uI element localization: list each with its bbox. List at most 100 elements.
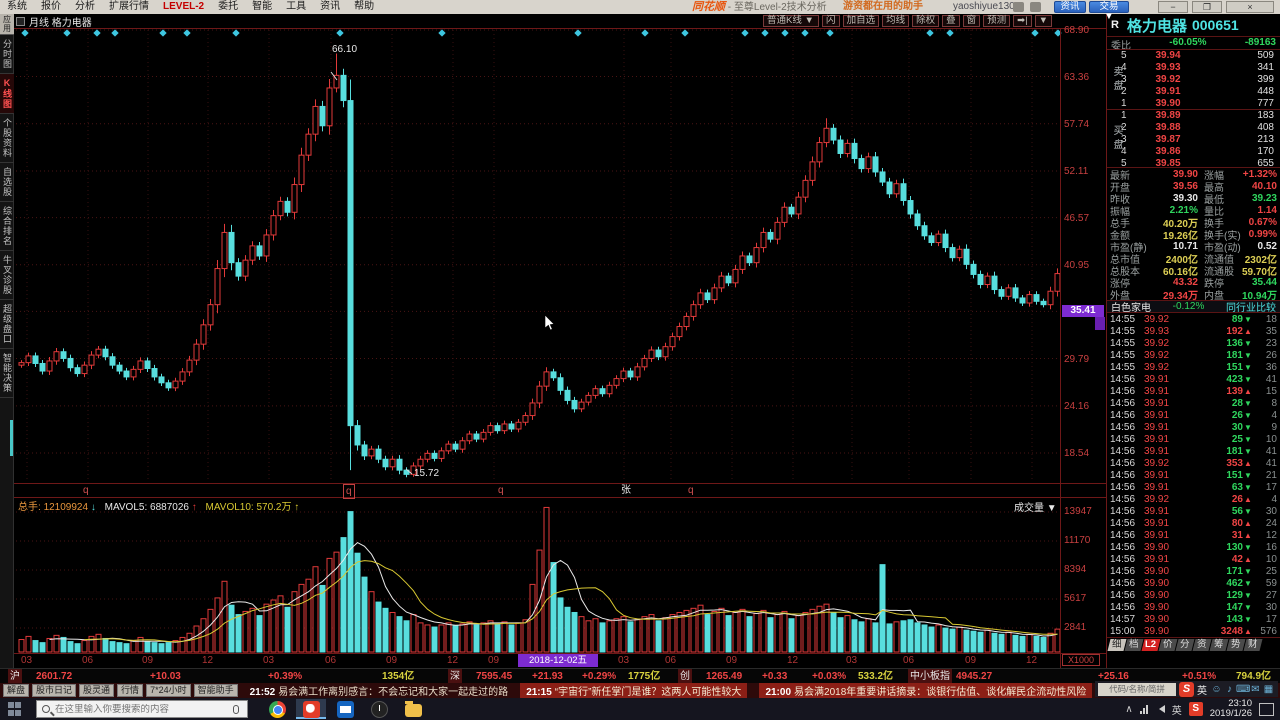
- toolbar-button-叠[interactable]: 叠: [942, 15, 960, 27]
- tray-lang-label[interactable]: 英: [1172, 702, 1182, 717]
- kline-volume-chart[interactable]: [14, 28, 1106, 668]
- tick-list[interactable]: 14:55 39.92 89 ▼ 18 14:55 39.93 192 ▲ 35 14:55 39.9…: [1107, 313, 1280, 637]
- tick-price: 39.91: [1144, 373, 1170, 385]
- index-创-pct: +0.03%: [812, 671, 847, 682]
- tick-time: 14:56: [1110, 421, 1136, 433]
- folder-app-icon[interactable]: [398, 699, 428, 719]
- event-marker[interactable]: q: [343, 484, 355, 499]
- menu-item-系统[interactable]: 系统: [0, 0, 34, 14]
- news-tab-智能助手[interactable]: 智能助手: [193, 684, 238, 697]
- ths-app-icon[interactable]: [296, 699, 326, 719]
- quote-tab-L2[interactable]: L2: [1141, 638, 1161, 651]
- code-input-hint[interactable]: 代码/名称/简拼: [1098, 682, 1176, 696]
- news-tab-股灵通[interactable]: 股灵通: [79, 684, 115, 697]
- news-button[interactable]: 资讯: [1054, 1, 1086, 13]
- taskbar-search-input[interactable]: [55, 703, 233, 715]
- mic-icon[interactable]: [233, 704, 239, 714]
- user-icon[interactable]: [1030, 2, 1041, 12]
- ime-lang-label[interactable]: 英: [1197, 682, 1207, 697]
- quote-tab-财[interactable]: 财: [1243, 638, 1263, 651]
- bell-icon[interactable]: [1013, 2, 1024, 12]
- menu-item-工具[interactable]: 工具: [279, 0, 313, 14]
- news-item[interactable]: 21:52 易会满工作离别感言：不会忘记和大家一起走过的路: [250, 683, 509, 698]
- notification-icon[interactable]: [1259, 702, 1274, 716]
- quote-tab-筹[interactable]: 筹: [1209, 638, 1229, 651]
- menu-item-资讯[interactable]: 资讯: [313, 0, 347, 14]
- quote-tab-细[interactable]: 细: [1107, 638, 1127, 651]
- sidebar-item-个股资料[interactable]: 个股资料: [0, 114, 14, 163]
- quote-tab-分[interactable]: 分: [1175, 638, 1195, 651]
- sidebar-item-牛叉诊股[interactable]: 牛叉诊股: [0, 251, 14, 300]
- toolbar-button-加自选[interactable]: 加自选: [842, 15, 880, 27]
- quote-tab-势[interactable]: 势: [1226, 638, 1246, 651]
- restore-button[interactable]: ❐: [1192, 1, 1222, 13]
- sector-compare-link[interactable]: 同行业比较: [1226, 299, 1276, 314]
- menu-item-扩展行情[interactable]: 扩展行情: [102, 0, 156, 14]
- index-沪-pct: +0.39%: [268, 671, 303, 682]
- pane-icon[interactable]: [16, 16, 25, 26]
- ime-tool-icon-1[interactable]: ♪: [1223, 684, 1236, 695]
- quote-tab-资[interactable]: 资: [1192, 638, 1212, 651]
- chrome-app-icon[interactable]: [262, 699, 292, 719]
- toolbar-button-▼[interactable]: ▼: [1034, 15, 1052, 27]
- network-icon[interactable]: [1139, 704, 1148, 714]
- kline-type-dropdown[interactable]: 普通K线 ▼: [763, 15, 820, 27]
- quote-tab-价[interactable]: 价: [1158, 638, 1178, 651]
- speaker-icon[interactable]: [1155, 705, 1165, 713]
- news-tab-解盘[interactable]: 解盘: [3, 684, 30, 697]
- sogou-logo-icon[interactable]: S: [1179, 681, 1194, 697]
- toolbar-button-窗[interactable]: 窗: [962, 15, 981, 27]
- sidebar-item-超级盘口[interactable]: 超级盘口: [0, 300, 14, 349]
- clock-app-icon[interactable]: [364, 699, 394, 719]
- event-marker[interactable]: q: [83, 484, 89, 497]
- trade-button[interactable]: 交易 ▼: [1089, 1, 1129, 22]
- ime-tool-icon-2[interactable]: ⌨: [1236, 684, 1250, 695]
- close-button[interactable]: ×: [1226, 1, 1274, 13]
- toolbar-button-除权[interactable]: 除权: [912, 15, 940, 27]
- toolbar-button-➡|[interactable]: ➡|: [1013, 15, 1032, 27]
- volume-axis-label: 2841: [1064, 622, 1087, 633]
- sidebar-scroll-handle[interactable]: [10, 420, 13, 456]
- toolbar-button-均线[interactable]: 均线: [882, 15, 910, 27]
- minimize-button[interactable]: −: [1158, 1, 1188, 13]
- detail-value: 39.56: [1172, 180, 1198, 192]
- username-label[interactable]: yaoshiyue130: [953, 0, 1015, 14]
- menu-item-智能[interactable]: 智能: [245, 0, 279, 14]
- menu-item-帮助[interactable]: 帮助: [347, 0, 381, 14]
- news-tab-7*24小时[interactable]: 7*24小时: [146, 684, 191, 697]
- sidebar-item-分时图[interactable]: 分时图: [0, 35, 14, 74]
- menu-item-分析[interactable]: 分析: [68, 0, 102, 14]
- quote-tab-档[interactable]: 档: [1124, 638, 1144, 651]
- volume-pane-selector[interactable]: 成交量 ▼: [1014, 499, 1057, 514]
- news-item[interactable]: 21:00 易会满2018年重要讲话摘录：谈银行估值、谈化解民企流动性风险: [759, 683, 1093, 698]
- news-tab-行情[interactable]: 行情: [117, 684, 144, 697]
- event-marker[interactable]: q: [688, 484, 694, 497]
- news-item[interactable]: 21:15 “宇宙行”新任掌门是谁？这两人可能性较大: [520, 683, 748, 698]
- toolbar-button-闪[interactable]: 闪: [822, 15, 840, 27]
- start-button[interactable]: [8, 702, 22, 716]
- menu-item-报价[interactable]: 报价: [34, 0, 68, 14]
- down-arrow-icon: ▼: [1244, 374, 1252, 384]
- toolbar-button-预测[interactable]: 预测: [983, 15, 1011, 27]
- sidebar-item-自选股[interactable]: 自选股: [0, 163, 14, 202]
- sidebar-item-apps[interactable]: 应用: [0, 14, 14, 35]
- ime-tool-icon-4[interactable]: ▦: [1262, 684, 1275, 695]
- tick-row: 14:55 39.92 89 ▼ 18: [1107, 313, 1280, 325]
- ime-tool-icon-0[interactable]: ☺: [1210, 684, 1223, 695]
- sidebar-item-K线图[interactable]: K线图: [0, 74, 14, 114]
- tick-price: 39.91: [1144, 529, 1170, 541]
- menu-item-委托[interactable]: 委托: [211, 0, 245, 14]
- clock[interactable]: 23:10 2019/1/26: [1210, 699, 1252, 719]
- sogou-tray-icon[interactable]: S: [1188, 702, 1203, 716]
- mail-app-icon[interactable]: [330, 699, 360, 719]
- menu-item-LEVEL-2[interactable]: LEVEL-2: [156, 0, 211, 14]
- news-tab-股市日记[interactable]: 股市日记: [32, 684, 77, 697]
- index-status-bar: 沪 2601.72 +10.03 +0.39% 1354亿 深 7595.45 +21.93 +…: [0, 668, 1280, 684]
- chart-toolbar: 月线 格力电器 普通K线 ▼ 闪加自选 均线 除权叠窗预测 ➡| ▼: [14, 14, 1106, 29]
- sidebar-item-综合排名[interactable]: 综合排名: [0, 202, 14, 251]
- sidebar-item-智能决策[interactable]: 智能决策: [0, 349, 14, 398]
- tray-caret-icon[interactable]: ∧: [1125, 704, 1132, 715]
- event-marker[interactable]: q: [498, 484, 504, 497]
- ime-tool-icon-3[interactable]: ✉: [1249, 684, 1262, 695]
- event-marker[interactable]: 张: [621, 484, 631, 497]
